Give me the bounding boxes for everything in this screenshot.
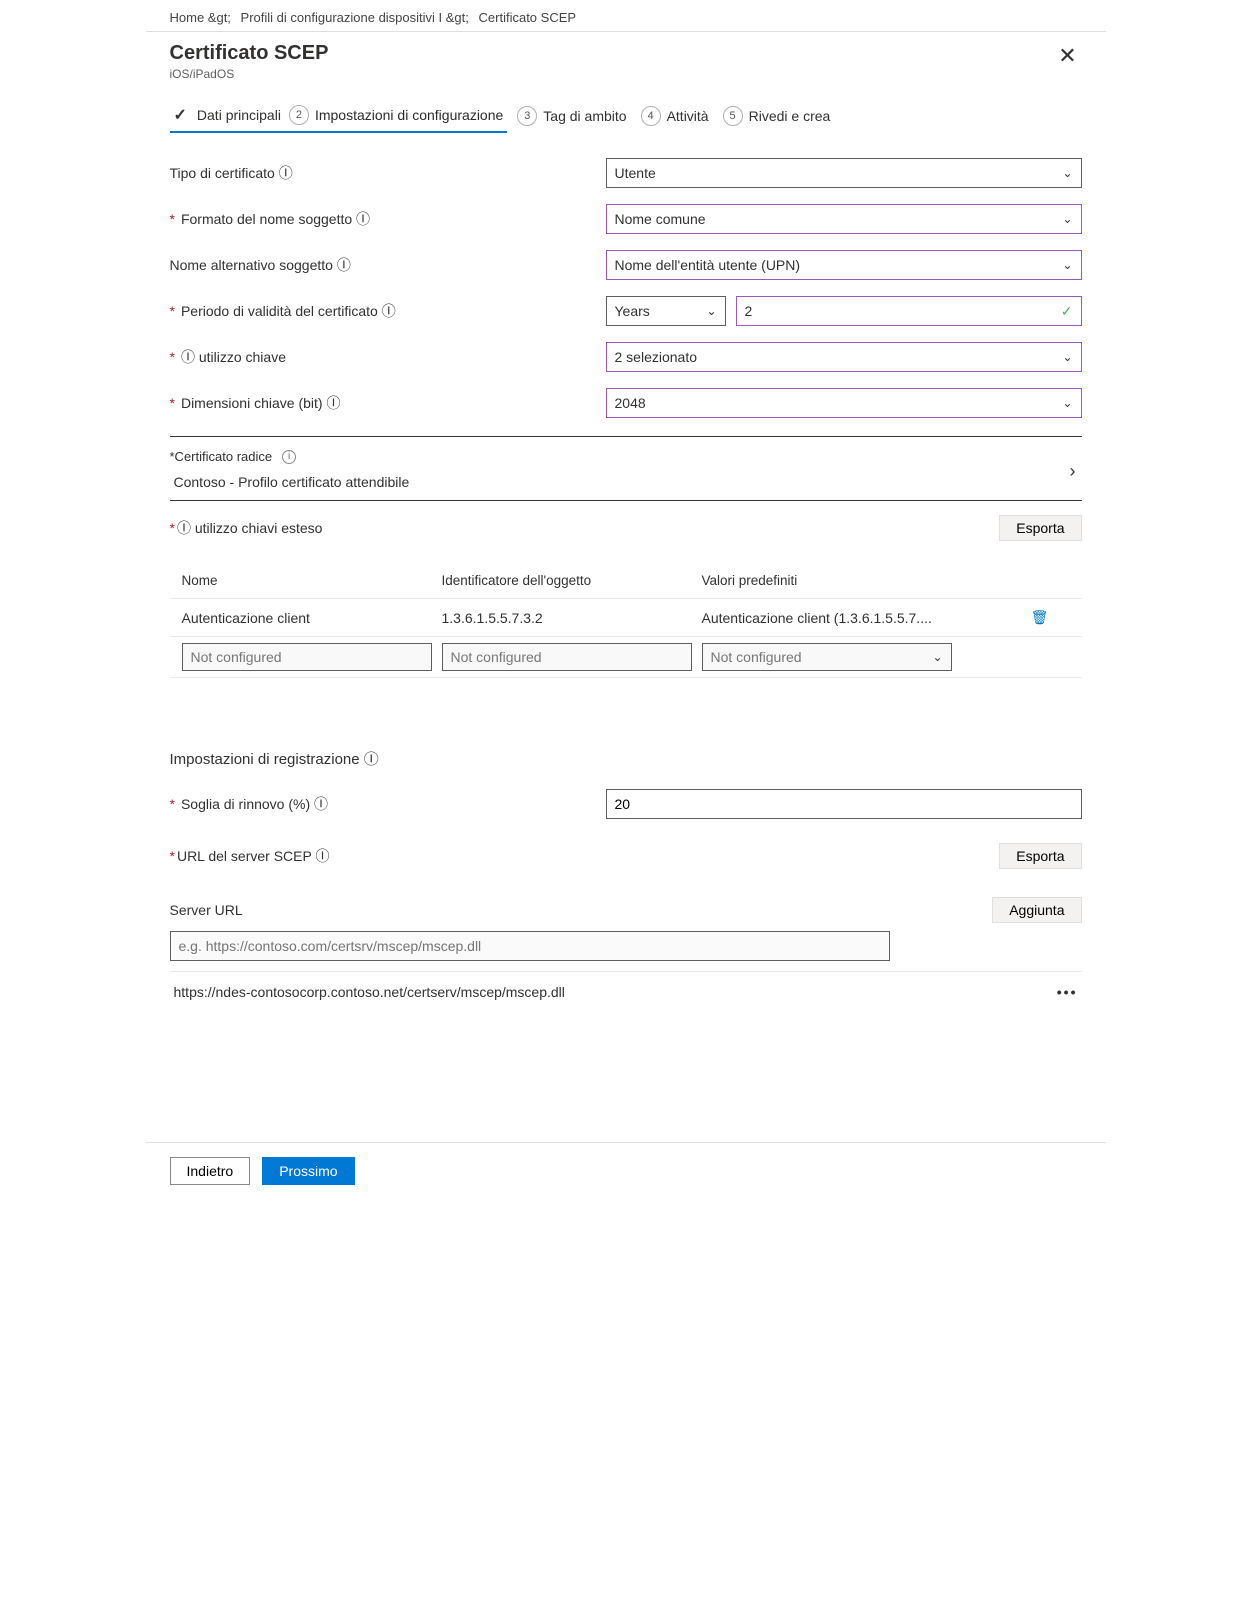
url-more-button[interactable]: ••• bbox=[1057, 984, 1078, 1000]
breadcrumb-current: Certificato SCEP bbox=[479, 10, 577, 25]
chevron-down-icon: ⌄ bbox=[1062, 166, 1072, 180]
step-4-bubble: 4 bbox=[641, 106, 661, 126]
eku-cell-preset: Autenticazione client (1.3.6.1.5.5.7.... bbox=[702, 610, 1010, 626]
step-3-bubble: 3 bbox=[517, 106, 537, 126]
subject-format-label: *Formato del nome soggetto Ⓘ bbox=[170, 209, 590, 229]
cert-type-label: Tipo di certificato Ⓘ bbox=[170, 163, 590, 183]
eku-th-preset: Valori predefiniti bbox=[702, 573, 1010, 588]
chevron-down-icon: ⌄ bbox=[932, 650, 942, 664]
eku-new-row: Not configured Not configured Not config… bbox=[170, 636, 1082, 678]
key-usage-label: *Ⓘ utilizzo chiave bbox=[170, 347, 590, 367]
urls-export-button[interactable]: Esporta bbox=[999, 843, 1081, 869]
step-configuration[interactable]: 2 Impostazioni di configurazione bbox=[285, 99, 507, 131]
step-assignments[interactable]: 4 Attività bbox=[637, 100, 713, 132]
root-cert-label: *Certificato radice bbox=[170, 449, 273, 464]
key-size-label: *Dimensioni chiave (bit) Ⓘ bbox=[170, 393, 590, 413]
renewal-label: *Soglia di rinnovo (%) Ⓘ bbox=[170, 794, 590, 814]
step-5-bubble: 5 bbox=[723, 106, 743, 126]
close-button[interactable]: ✕ bbox=[1054, 42, 1082, 70]
trash-icon: 🗑 bbox=[1031, 609, 1049, 625]
eku-cell-name: Autenticazione client bbox=[182, 610, 442, 626]
step-2-bubble: 2 bbox=[289, 105, 309, 125]
cert-type-select[interactable]: Utente⌄ bbox=[606, 158, 1082, 188]
more-icon: ••• bbox=[1057, 984, 1078, 1000]
chevron-down-icon: ⌄ bbox=[1062, 212, 1072, 226]
step-basics[interactable]: Dati principali bbox=[170, 99, 285, 131]
eku-new-preset-select[interactable]: Not configured⌄ bbox=[702, 643, 952, 671]
eku-new-oid-input[interactable]: Not configured bbox=[442, 643, 692, 671]
eku-new-name-input[interactable]: Not configured bbox=[182, 643, 432, 671]
server-url-input[interactable] bbox=[170, 931, 890, 961]
checkmark-icon: ✓ bbox=[1061, 303, 1073, 320]
subject-format-select[interactable]: Nome comune⌄ bbox=[606, 204, 1082, 234]
breadcrumb: Home &gt; Profili di configurazione disp… bbox=[146, 0, 1106, 32]
server-url-heading: Server URL bbox=[170, 902, 243, 918]
validity-label: *Periodo di validità del certificato Ⓘ bbox=[170, 301, 590, 321]
step-scope-tags[interactable]: 3 Tag di ambito bbox=[513, 100, 630, 132]
eku-export-button[interactable]: Esporta bbox=[999, 515, 1081, 541]
root-cert-value: Contoso - Profilo certificato attendibil… bbox=[170, 474, 1082, 490]
back-button[interactable]: Indietro bbox=[170, 1157, 251, 1185]
info-icon: i bbox=[282, 450, 296, 464]
chevron-down-icon: ⌄ bbox=[1062, 258, 1072, 272]
renewal-input[interactable] bbox=[606, 789, 1082, 819]
page-title: Certificato SCEP bbox=[170, 42, 329, 65]
san-select[interactable]: Nome dell'entità utente (UPN)⌄ bbox=[606, 250, 1082, 280]
next-button[interactable]: Prossimo bbox=[262, 1157, 354, 1185]
eku-row: Autenticazione client 1.3.6.1.5.5.7.3.2 … bbox=[170, 598, 1082, 636]
wizard-steps: Dati principali 2 Impostazioni di config… bbox=[170, 99, 1082, 134]
eku-th-oid: Identificatore dell'oggetto bbox=[442, 573, 702, 588]
eku-label: *Ⓘ utilizzo chiavi esteso bbox=[170, 518, 323, 538]
url-value: https://ndes-contosocorp.contoso.net/cer… bbox=[174, 984, 565, 1000]
step-review[interactable]: 5 Rivedi e crea bbox=[719, 100, 835, 132]
key-usage-select[interactable]: 2 selezionato⌄ bbox=[606, 342, 1082, 372]
close-icon: ✕ bbox=[1058, 43, 1076, 69]
page-subtitle: iOS/iPadOS bbox=[170, 67, 329, 81]
chevron-right-icon: › bbox=[1070, 461, 1076, 482]
footer: Indietro Prossimo bbox=[146, 1142, 1106, 1199]
eku-th-name: Nome bbox=[182, 573, 442, 588]
eku-table: Nome Identificatore dell'oggetto Valori … bbox=[170, 563, 1082, 678]
eku-cell-oid: 1.3.6.1.5.5.7.3.2 bbox=[442, 610, 702, 626]
chevron-down-icon: ⌄ bbox=[706, 304, 716, 318]
scep-urls-label: *URL del server SCEP Ⓘ bbox=[170, 846, 330, 866]
root-cert-row[interactable]: *Certificato radice i Contoso - Profilo … bbox=[170, 437, 1082, 500]
add-url-button[interactable]: Aggiunta bbox=[992, 897, 1081, 923]
chevron-down-icon: ⌄ bbox=[1062, 350, 1072, 364]
chevron-down-icon: ⌄ bbox=[1062, 396, 1072, 410]
san-label: Nome alternativo soggetto Ⓘ bbox=[170, 255, 590, 275]
eku-delete-button[interactable]: 🗑 bbox=[1010, 609, 1070, 626]
validity-unit-select[interactable]: Years⌄ bbox=[606, 296, 726, 326]
breadcrumb-home[interactable]: Home &gt; bbox=[170, 10, 231, 25]
breadcrumb-profiles[interactable]: Profili di configurazione dispositivi I … bbox=[241, 10, 469, 25]
validity-value-input[interactable]: 2✓ bbox=[736, 296, 1082, 326]
url-row: https://ndes-contosocorp.contoso.net/cer… bbox=[170, 971, 1082, 1012]
key-size-select[interactable]: 2048⌄ bbox=[606, 388, 1082, 418]
enrollment-heading: Impostazioni di registrazione Ⓘ bbox=[170, 748, 1082, 769]
